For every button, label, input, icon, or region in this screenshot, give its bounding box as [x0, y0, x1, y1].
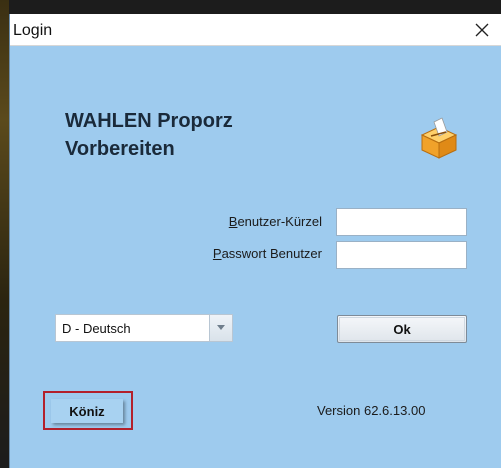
password-label-accelerator: P: [212, 246, 222, 261]
ok-button[interactable]: Ok: [337, 315, 467, 343]
location-button[interactable]: Köniz: [51, 399, 123, 423]
username-label: Benutzer-Kürzel: [122, 214, 322, 229]
username-input[interactable]: [336, 208, 467, 236]
language-dropdown-arrow[interactable]: [209, 315, 232, 341]
password-label: Passwort Benutzer: [122, 246, 322, 261]
login-dialog: Login WAHLEN Proporz Vorbereiten Benutze…: [9, 14, 501, 468]
ok-button-label: Ok: [393, 321, 411, 337]
desktop-background-edge: [0, 0, 9, 468]
ballot-box-icon: [420, 117, 458, 159]
language-dropdown-value: D - Deutsch: [62, 321, 131, 336]
app-title-line2: Vorbereiten: [65, 138, 175, 160]
version-text: Version 62.6.13.00: [317, 403, 426, 418]
app-title: WAHLEN Proporz Vorbereiten: [65, 107, 233, 163]
username-label-text: enutzer-Kürzel: [237, 214, 322, 229]
password-input[interactable]: [336, 241, 467, 269]
location-button-highlight: Köniz: [43, 391, 133, 430]
language-dropdown[interactable]: D - Deutsch: [55, 314, 233, 342]
window-title: Login: [13, 22, 53, 39]
close-button[interactable]: [462, 14, 501, 45]
title-bar[interactable]: Login: [10, 14, 501, 46]
password-label-text: asswort Benutzer: [221, 246, 322, 261]
app-title-line1: WAHLEN Proporz: [65, 110, 233, 132]
close-icon: [475, 23, 489, 36]
location-button-label: Köniz: [69, 403, 105, 419]
chevron-down-icon: [217, 325, 225, 330]
